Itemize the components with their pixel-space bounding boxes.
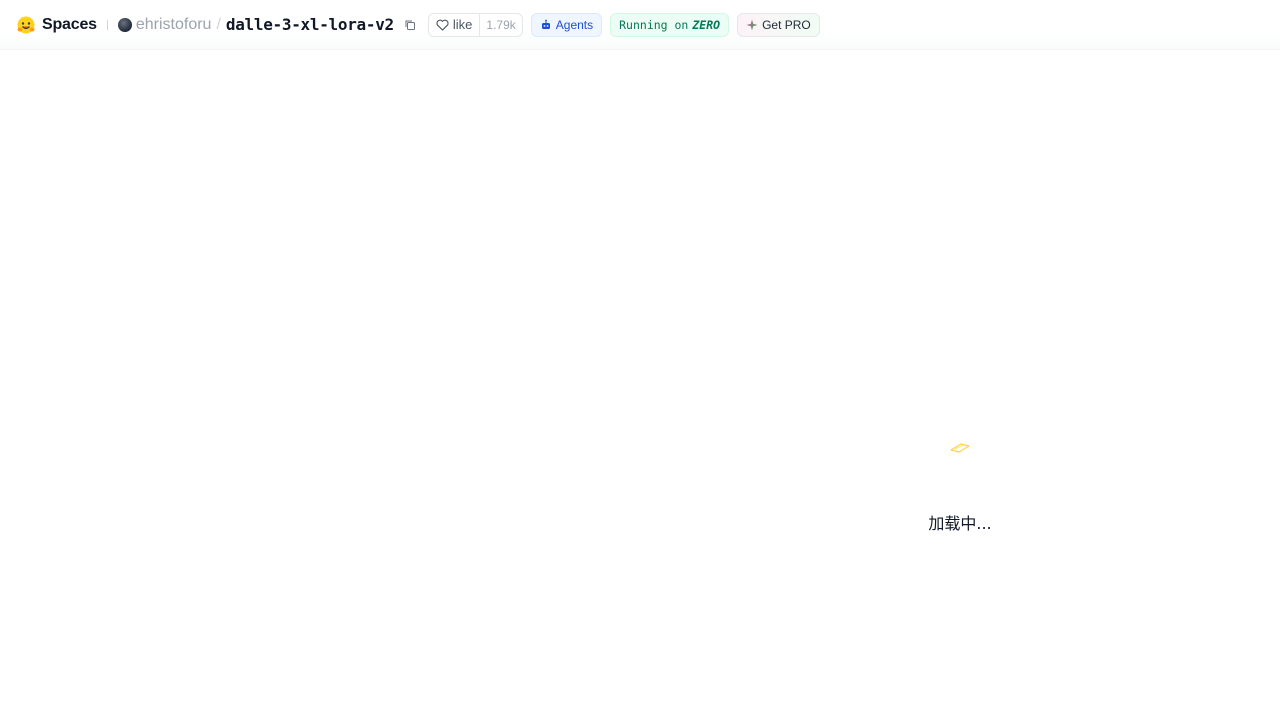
get-pro-button[interactable]: Get PRO <box>737 12 820 37</box>
loading-indicator: 加载中... <box>900 440 1020 534</box>
agents-label: Agents <box>555 17 594 32</box>
sparkle-icon <box>746 19 758 31</box>
space-name-link[interactable]: dalle-3-xl-lora-v2 <box>226 15 394 34</box>
hugging-face-icon <box>16 15 36 35</box>
spaces-home-link[interactable]: Spaces <box>16 15 97 35</box>
loading-icon <box>949 440 971 456</box>
breadcrumb-separator: / <box>216 15 221 33</box>
loading-text: 加载中... <box>928 514 992 533</box>
running-prefix: Running on <box>619 17 689 32</box>
heart-icon <box>436 19 449 31</box>
like-label: like <box>452 17 473 32</box>
owner-link[interactable]: ehristoforu <box>136 16 212 34</box>
like-button[interactable]: like <box>429 14 480 36</box>
repo-breadcrumb: ehristoforu / dalle-3-xl-lora-v2 <box>117 15 418 34</box>
header-divider <box>106 19 108 30</box>
owner-avatar[interactable] <box>117 17 132 32</box>
robot-icon <box>540 19 552 31</box>
top-navigation-bar: Spaces ehristoforu / dalle-3-xl-lora-v2 … <box>0 0 1280 50</box>
like-widget: like 1.79k <box>427 12 523 37</box>
like-count[interactable]: 1.79k <box>479 13 521 36</box>
brand-name: Spaces <box>42 15 97 33</box>
running-hardware: ZERO <box>692 17 721 32</box>
agents-button[interactable]: Agents <box>530 12 603 37</box>
hardware-status-badge[interactable]: Running on ZERO <box>610 12 730 37</box>
copy-icon[interactable] <box>402 17 418 33</box>
get-pro-label: Get PRO <box>762 17 811 32</box>
